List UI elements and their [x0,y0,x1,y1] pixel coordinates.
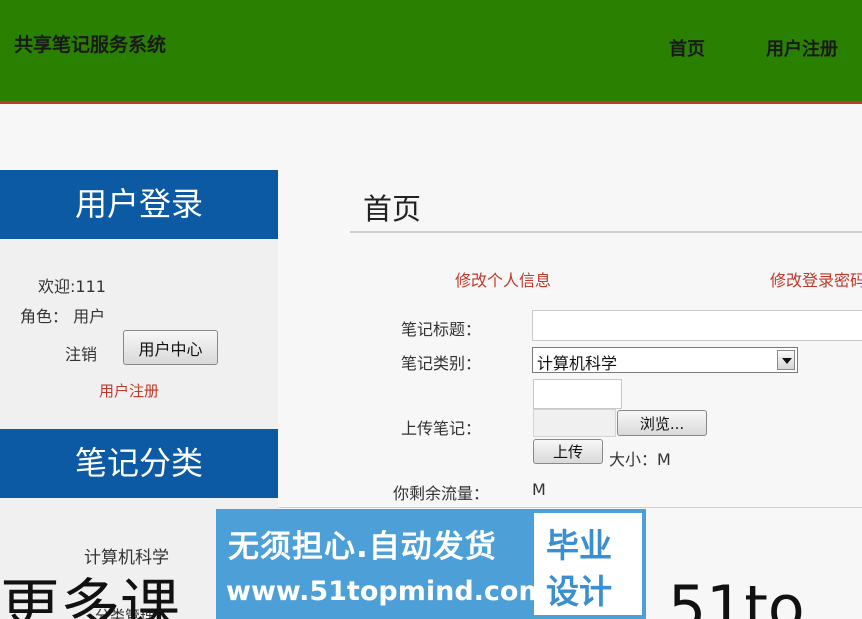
blank-field[interactable] [533,379,622,409]
note-category-label: 笔记类别： [401,354,482,373]
chevron-down-icon[interactable] [777,350,795,370]
upload-button[interactable]: 上传 [533,439,603,464]
nav-user-register[interactable]: 用户注册 [766,35,838,61]
header-bar: 共享笔记服务系统 首页 用户注册 [0,0,862,104]
role-text: 角色： 用户 [20,307,106,326]
user-center-button[interactable]: 用户中心 [123,330,218,365]
remaining-flow-label: 你剩余流量： [393,484,490,503]
sidebar-register-link[interactable]: 用户注册 [99,380,159,401]
overlay-big-text-right: 51to [668,573,805,619]
file-path-field[interactable] [533,409,616,437]
browse-button[interactable]: 浏览... [617,410,707,436]
remaining-flow-value: M [532,480,546,499]
edit-password-link[interactable]: 修改登录密码 [770,267,862,291]
upload-note-label: 上传笔记： [401,419,482,438]
welcome-text: 欢迎:111 [38,277,106,296]
watermark-badge: 毕业 设计 [534,513,642,615]
watermark-badge-line1: 毕业 [546,526,612,565]
title-divider [350,231,862,233]
login-panel-title: 用户登录 [0,170,278,239]
edit-info-link[interactable]: 修改个人信息 [455,267,551,291]
watermark-slogan: 无须担心.自动发货 [228,529,497,565]
logout-link[interactable]: 注销 [65,341,97,365]
watermark-banner: 无须担心.自动发货 www.51topmind.com 毕业 设计 [216,509,646,619]
file-size-text: 大小：M [609,450,671,469]
watermark-url: www.51topmind.com [226,576,547,607]
form-divider [278,507,862,508]
category-item-cs[interactable]: 计算机科学 [84,543,169,568]
site-title: 共享笔记服务系统 [14,34,167,56]
note-title-input[interactable] [532,310,862,341]
overlay-big-text-left: 更多课 [0,573,180,619]
watermark-badge-line2: 设计 [546,572,612,611]
page-title: 首页 [363,192,422,226]
note-category-select[interactable]: 计算机科学 [532,347,798,373]
note-title-label: 笔记标题： [401,320,482,339]
category-panel-title: 笔记分类 [0,429,278,498]
nav-home[interactable]: 首页 [669,35,705,61]
selected-category: 计算机科学 [537,354,618,373]
